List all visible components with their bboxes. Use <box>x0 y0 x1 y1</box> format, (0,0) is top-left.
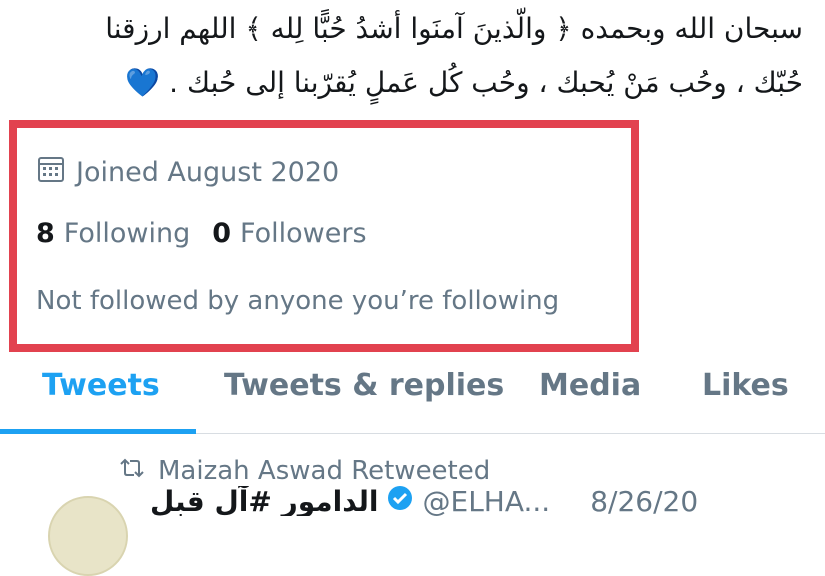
tweet-author-handle: @ELHA... <box>422 486 551 516</box>
joined-text: Joined August 2020 <box>76 157 340 188</box>
avatar[interactable] <box>48 496 128 576</box>
tweet-author-name[interactable]: الدامور #آل قبل <box>150 486 379 516</box>
retweet-icon <box>118 456 146 486</box>
followers-count: 0 <box>212 218 232 249</box>
tab-media[interactable]: Media <box>539 368 641 403</box>
profile-tabs: Tweets Tweets & replies Media Likes <box>0 360 825 434</box>
bio-line-2: حُبّك ، وحُب مَنْ يُحبك ، وحُب كُل عَملٍ… <box>20 56 803 110</box>
bio-line-1: سبحان الله وبحمده ﴿ والّذينَ آمنَوا أشدُ… <box>105 12 803 45</box>
tab-tweets-replies[interactable]: Tweets & replies <box>224 368 504 403</box>
bio-line-2-text: حُبّك ، وحُب مَنْ يُحبك ، وحُب كُل عَملٍ… <box>169 66 803 99</box>
following-label: Following <box>63 218 191 249</box>
calendar-icon <box>36 154 66 191</box>
active-tab-indicator <box>0 429 196 434</box>
tab-tweets[interactable]: Tweets <box>42 368 160 403</box>
tab-likes[interactable]: Likes <box>702 368 789 403</box>
retweet-label: Maizah Aswad Retweeted <box>158 456 491 486</box>
following-count: 8 <box>36 218 55 249</box>
following-link[interactable]: 8 Following <box>36 218 190 249</box>
retweet-context: Maizah Aswad Retweeted <box>118 456 490 486</box>
follow-stats: 8 Following 0 Followers <box>36 218 367 249</box>
profile-bio: سبحان الله وبحمده ﴿ والّذينَ آمنَوا أشدُ… <box>20 2 803 110</box>
not-followed-text: Not followed by anyone you’re following <box>36 286 560 316</box>
verified-badge-icon <box>387 486 413 516</box>
tweet-header: الدامور #آل قبل @ELHA... 8/26/20 <box>150 486 825 516</box>
followers-label: Followers <box>240 218 367 249</box>
followers-link[interactable]: 0 Followers <box>212 218 366 249</box>
tweet-date: 8/26/20 <box>590 486 699 516</box>
joined-date: Joined August 2020 <box>36 154 339 191</box>
blue-heart-icon: 💙 <box>125 66 161 99</box>
